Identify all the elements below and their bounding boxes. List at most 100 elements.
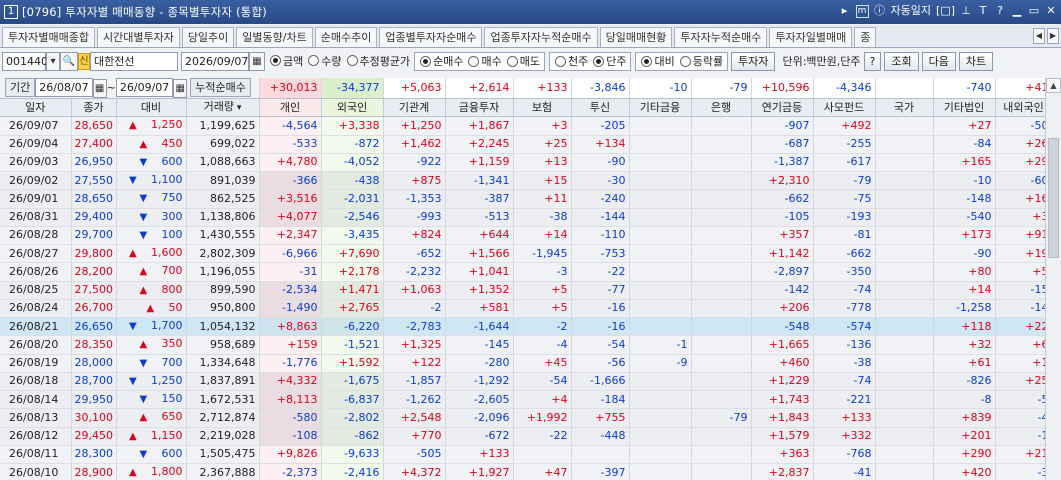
column-header[interactable]: 기타금융 bbox=[629, 98, 692, 118]
pin-icon[interactable]: ⊥ bbox=[960, 3, 972, 19]
investor-value-cell bbox=[691, 354, 752, 373]
help-icon[interactable]: ? bbox=[994, 3, 1006, 19]
table-row[interactable]: 26/08/14 29,950 ▼ 150 1,672,531 +8,113 -6,837-… bbox=[0, 390, 1053, 410]
tab-5[interactable]: 업종별투자자순매수 bbox=[379, 27, 483, 47]
investor-value-cell: -687 bbox=[751, 135, 814, 154]
table-row[interactable]: 26/08/28 29,700 ▼ 100 1,430,555 +2,347 -3,435 +… bbox=[0, 226, 1053, 246]
change-value: 700 bbox=[161, 355, 183, 369]
date-input[interactable]: 2026/09/07 bbox=[181, 51, 249, 71]
column-header[interactable]: 국가 bbox=[875, 98, 934, 118]
table-row[interactable]: 26/08/27 29,800 ▲ 1,600 2,802,309 -6,966 +7,69… bbox=[0, 244, 1053, 264]
tab-3[interactable]: 일별동향/차트 bbox=[236, 27, 313, 47]
radio-unit-1[interactable]: 단주 bbox=[593, 53, 626, 69]
investor-value-cell: +173 bbox=[933, 226, 996, 246]
vertical-scrollbar[interactable]: ▲ bbox=[1045, 78, 1061, 480]
table-row[interactable]: 26/09/07 28,650 ▲ 1,250 1,199,625 -4,564 +3,33… bbox=[0, 116, 1053, 136]
window-number[interactable]: 1 bbox=[4, 5, 18, 19]
investor-value-cell: -56 bbox=[571, 354, 630, 373]
radio-side-1[interactable]: 매수 bbox=[468, 53, 502, 69]
search-icon[interactable]: 🔍 bbox=[60, 51, 78, 71]
tab-4[interactable]: 순매수추이 bbox=[314, 27, 378, 47]
investor-value-cell bbox=[629, 445, 692, 465]
investor-button[interactable]: 투자자 bbox=[731, 51, 776, 71]
radio-cmp-1[interactable]: 등락률 bbox=[679, 53, 723, 69]
minimize-icon[interactable]: ▁ bbox=[1011, 3, 1023, 19]
tab-10[interactable]: 종 bbox=[854, 27, 877, 47]
table-row[interactable]: 26/08/10 28,900 ▲ 1,800 2,367,888 -2,373 -2,41… bbox=[0, 463, 1053, 480]
tab-1[interactable]: 시간대별투자자 bbox=[96, 27, 180, 47]
close-icon[interactable]: ✕ bbox=[1045, 3, 1057, 19]
table-row[interactable]: 26/08/24 26,700 ▲ 50 950,800 -1,490 +2,765 -2 +5… bbox=[0, 299, 1053, 319]
table-row[interactable]: 26/08/12 29,450 ▲ 1,150 2,219,028 -108 -862 +77… bbox=[0, 427, 1053, 446]
chart-button[interactable]: 차트 bbox=[958, 51, 994, 71]
table-row[interactable]: 26/08/18 28,700 ▼ 1,250 1,837,891 +4,332 -1,67… bbox=[0, 372, 1053, 392]
column-header[interactable]: 종가 bbox=[71, 98, 117, 118]
tab-7[interactable]: 당일매매현황 bbox=[599, 27, 673, 47]
column-header[interactable]: 개인 bbox=[259, 98, 322, 118]
arrow-right-icon[interactable]: ▸ bbox=[839, 3, 851, 19]
radio-amount-0[interactable]: 금액 bbox=[270, 53, 303, 69]
table-row[interactable]: 26/09/04 27,400 ▲ 450 699,022 -533 -872 +1,462 +… bbox=[0, 135, 1053, 154]
investor-value-cell: +1,462 bbox=[383, 135, 446, 154]
column-header[interactable]: 연기금등 bbox=[751, 98, 814, 118]
radio-side-2[interactable]: 매도 bbox=[506, 53, 540, 69]
calendar-icon[interactable]: ▦ bbox=[249, 51, 265, 71]
tab-0[interactable]: 투자자별매매종합 bbox=[2, 27, 95, 47]
column-header[interactable]: 기관계 bbox=[383, 98, 446, 118]
column-header[interactable]: 일자 bbox=[0, 98, 72, 118]
radio-amount-2[interactable]: 추정평균가 bbox=[346, 53, 410, 69]
table-row[interactable]: 26/08/20 28,350 ▲ 350 958,689 +159 -1,521 +1,32… bbox=[0, 335, 1053, 355]
radio-cmp-0[interactable]: 대비 bbox=[641, 53, 675, 69]
period-from-input[interactable]: 26/08/07 bbox=[35, 78, 93, 97]
period-to-input[interactable]: 26/09/07 bbox=[115, 78, 174, 97]
autoday-label[interactable]: 자동일지 bbox=[891, 3, 931, 19]
table-row[interactable]: 26/08/21 26,650 ▼ 1,700 1,054,132 +8,863 -6,22… bbox=[0, 317, 1053, 337]
tab-6[interactable]: 업종투자자누적순매수 bbox=[484, 27, 598, 47]
table-row[interactable]: 26/08/31 29,400 ▼ 300 1,138,806 +4,077 -2,546-… bbox=[0, 208, 1053, 227]
info-icon[interactable]: ⓘ bbox=[874, 3, 886, 19]
column-header[interactable]: 은행 bbox=[691, 98, 752, 118]
bracket-icon[interactable]: [□] bbox=[936, 3, 955, 19]
column-header[interactable]: 사모펀드 bbox=[813, 98, 876, 118]
code-dropdown-icon[interactable]: ▾ bbox=[46, 51, 60, 71]
radio-side-0[interactable]: 순매수 bbox=[420, 53, 463, 69]
next-button[interactable]: 다음 bbox=[921, 51, 956, 71]
column-header[interactable]: 외국인 bbox=[321, 98, 384, 118]
restore-icon[interactable]: ▭ bbox=[1028, 3, 1040, 19]
help-button[interactable]: ? bbox=[863, 51, 882, 71]
calendar-icon[interactable]: ▦ bbox=[92, 79, 107, 98]
radio-unit-0[interactable]: 천주 bbox=[554, 53, 588, 69]
calendar-icon[interactable]: ▦ bbox=[173, 79, 188, 98]
column-header[interactable]: 기타법인 bbox=[933, 98, 996, 118]
stock-code-input[interactable]: 001440 bbox=[2, 51, 48, 71]
tab-8[interactable]: 투자자누적순매수 bbox=[674, 27, 768, 47]
tab-9[interactable]: 투자자일별매매 bbox=[769, 27, 853, 47]
investor-value-cell: -580 bbox=[259, 408, 322, 428]
table-row[interactable]: 26/08/25 27,500 ▲ 800 899,590 -2,534 +1,471 +1,… bbox=[0, 281, 1053, 300]
m-box-icon[interactable]: m bbox=[855, 4, 869, 18]
table-row[interactable]: 26/08/13 30,100 ▲ 650 2,712,874 -580 -2,802 +2,… bbox=[0, 408, 1053, 428]
radio-label: 단주 bbox=[606, 55, 627, 68]
sort-dropdown-icon[interactable]: ▾ bbox=[234, 103, 242, 113]
table-row[interactable]: 26/08/26 28,200 ▲ 700 1,196,055 -31 +2,178 -2,2… bbox=[0, 262, 1053, 282]
radio-amount-1[interactable]: 수량 bbox=[308, 53, 342, 69]
table-row[interactable]: 26/09/03 26,950 ▼ 600 1,088,663 +4,780 -4,052-… bbox=[0, 153, 1053, 173]
column-header[interactable]: 금융투자 bbox=[445, 98, 514, 118]
table-row[interactable]: 26/09/02 27,550 ▼ 1,100 891,039 -366 -438 +875-… bbox=[0, 171, 1053, 191]
column-header[interactable]: 투신 bbox=[571, 98, 630, 118]
column-header[interactable]: 내외국인 bbox=[995, 98, 1053, 118]
table-row[interactable]: 26/08/19 28,000 ▼ 700 1,334,648 -1,776 +1,592 +… bbox=[0, 354, 1053, 373]
table-row[interactable]: 26/09/01 28,650 ▼ 750 862,525 +3,516 -2,031 -1,… bbox=[0, 189, 1053, 209]
tab-prev-icon[interactable]: ◀ bbox=[1033, 28, 1045, 44]
column-header[interactable]: 보험 bbox=[513, 98, 572, 118]
scroll-thumb[interactable] bbox=[1048, 138, 1059, 258]
column-header[interactable]: 대비 bbox=[116, 98, 187, 118]
query-button[interactable]: 조회 bbox=[884, 51, 919, 71]
font-size-icon[interactable]: T bbox=[977, 3, 989, 19]
scroll-up-icon[interactable]: ▲ bbox=[1046, 78, 1061, 93]
tab-next-icon[interactable]: ▶ bbox=[1047, 28, 1059, 44]
tab-2[interactable]: 당일추이 bbox=[181, 27, 235, 47]
table-row[interactable]: 26/08/11 28,300 ▼ 600 1,505,475 +9,826 -9,633-… bbox=[0, 445, 1053, 465]
column-header[interactable]: 거래량 ▾ bbox=[186, 98, 260, 118]
investor-value-cell bbox=[629, 299, 692, 319]
